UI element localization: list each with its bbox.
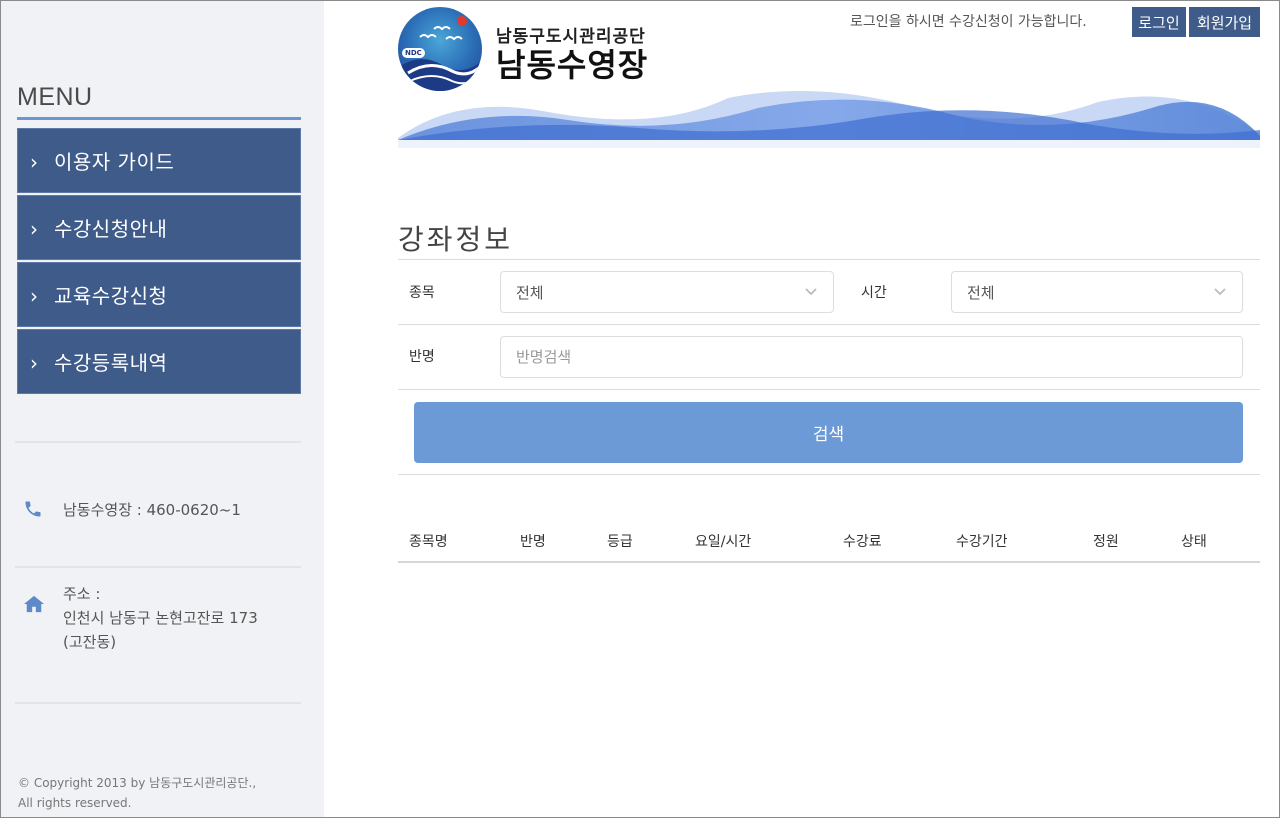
menu-item-label: 수강등록내역 xyxy=(54,351,168,375)
class-name-label: 반명 xyxy=(409,349,435,365)
sidebar-divider xyxy=(15,702,301,704)
time-label: 시간 xyxy=(861,285,887,301)
menu-title: MENU xyxy=(17,83,93,111)
sidebar-divider xyxy=(15,566,301,568)
chevron-right-icon: › xyxy=(30,216,38,241)
divider xyxy=(398,324,1260,325)
table-header-sport: 종목명 xyxy=(409,534,448,550)
time-select-value: 전체 xyxy=(967,283,995,302)
sport-label: 종목 xyxy=(409,285,435,301)
copyright-line: © Copyright 2013 by 남동구도시관리공단., xyxy=(18,776,257,790)
address-line: 인천시 남동구 논현고잔로 173 xyxy=(63,609,258,627)
table-header-schedule: 요일/시간 xyxy=(695,534,752,550)
menu-item-user-guide[interactable]: › 이용자 가이드 xyxy=(17,128,301,193)
chevron-right-icon: › xyxy=(30,350,38,375)
menu-item-label: 교육수강신청 xyxy=(54,284,168,308)
chevron-down-icon xyxy=(805,288,817,296)
copyright: © Copyright 2013 by 남동구도시관리공단., All righ… xyxy=(18,773,256,813)
address-label: 주소 : xyxy=(63,585,101,603)
home-icon xyxy=(23,582,63,654)
signup-button[interactable]: 회원가입 xyxy=(1189,7,1260,37)
header-wave-banner xyxy=(398,90,1260,148)
menu-list: › 이용자 가이드 › 수강신청안내 › 교육수강신청 › 수강등록내역 xyxy=(17,128,301,396)
sidebar: MENU › 이용자 가이드 › 수강신청안내 › 교육수강신청 › 수강등록내… xyxy=(1,1,324,817)
phone-text: 남동수영장 : 460-0620~1 xyxy=(63,501,241,519)
sport-select-value: 전체 xyxy=(516,283,544,302)
phone-info: 남동수영장 : 460-0620~1 xyxy=(23,499,241,523)
divider xyxy=(398,474,1260,475)
phone-icon xyxy=(23,499,63,523)
login-button[interactable]: 로그인 xyxy=(1132,7,1186,37)
search-button[interactable]: 검색 xyxy=(414,402,1243,463)
sport-select[interactable]: 전체 xyxy=(500,271,834,313)
chevron-down-icon xyxy=(1214,288,1226,296)
menu-item-label: 이용자 가이드 xyxy=(54,150,175,174)
page-title: 강좌정보 xyxy=(398,223,514,256)
class-name-search-input[interactable] xyxy=(500,336,1243,378)
menu-item-course-registration[interactable]: › 교육수강신청 xyxy=(17,262,301,327)
chevron-right-icon: › xyxy=(30,283,38,308)
table-header-divider xyxy=(398,561,1260,563)
time-select[interactable]: 전체 xyxy=(951,271,1243,313)
divider xyxy=(398,389,1260,390)
copyright-line: All rights reserved. xyxy=(18,796,132,810)
menu-item-label: 수강신청안내 xyxy=(54,217,168,241)
menu-item-registration-history[interactable]: › 수강등록내역 xyxy=(17,329,301,394)
logo-badge: NDC xyxy=(402,48,425,58)
table-header-class: 반명 xyxy=(520,534,546,550)
logo-emblem[interactable]: NDC xyxy=(398,7,482,91)
menu-divider xyxy=(17,117,301,120)
address-info: 주소 : 인천시 남동구 논현고잔로 173 (고잔동) xyxy=(23,582,258,654)
divider xyxy=(398,259,1260,260)
sidebar-divider xyxy=(15,441,301,443)
logo-site-name[interactable]: 남동수영장 xyxy=(496,40,648,86)
login-message: 로그인을 하시면 수강신청이 가능합니다. xyxy=(850,14,1087,30)
chevron-right-icon: › xyxy=(30,149,38,174)
menu-item-registration-info[interactable]: › 수강신청안내 xyxy=(17,195,301,260)
table-header-status: 상태 xyxy=(1181,534,1207,550)
table-header-level: 등급 xyxy=(607,534,633,550)
table-header-period: 수강기간 xyxy=(956,534,1008,550)
table-header-capacity: 정원 xyxy=(1093,534,1119,550)
table-header-fee: 수강료 xyxy=(843,534,882,550)
address-line: (고잔동) xyxy=(63,633,117,651)
